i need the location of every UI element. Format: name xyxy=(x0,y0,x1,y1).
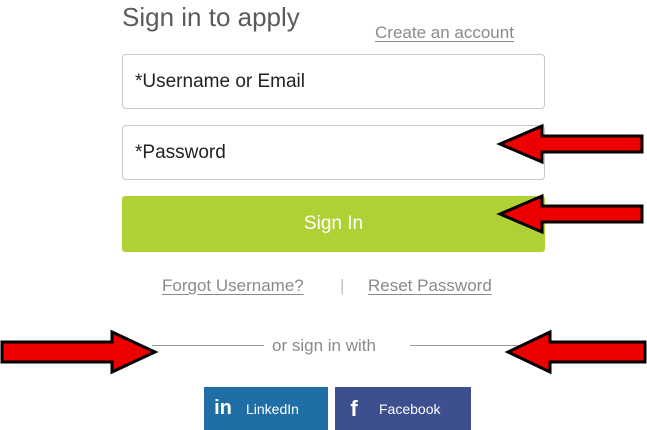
facebook-icon: f xyxy=(350,395,358,421)
linkedin-label: LinkedIn xyxy=(246,400,299,417)
reset-password-link[interactable]: Reset Password xyxy=(368,276,492,296)
username-field[interactable] xyxy=(122,54,545,109)
create-account-link[interactable]: Create an account xyxy=(375,23,514,43)
sign-in-button[interactable]: Sign In xyxy=(122,196,545,252)
linkedin-sign-in-button[interactable]: in LinkedIn xyxy=(204,387,328,430)
password-field[interactable] xyxy=(122,125,545,180)
link-separator: | xyxy=(340,276,345,295)
forgot-username-link[interactable]: Forgot Username? xyxy=(162,276,304,296)
facebook-sign-in-button[interactable]: f Facebook xyxy=(335,387,471,430)
divider-line-right xyxy=(410,345,520,346)
or-sign-in-with-label: or sign in with xyxy=(272,336,376,355)
arrow-icon xyxy=(496,123,644,165)
account-recovery-links: Forgot Username? | Reset Password xyxy=(0,276,647,298)
facebook-label: Facebook xyxy=(379,400,441,417)
arrow-icon xyxy=(496,193,644,235)
divider-line-left xyxy=(152,345,264,346)
linkedin-icon: in xyxy=(214,397,232,419)
arrow-icon xyxy=(0,329,159,375)
arrow-icon xyxy=(504,329,647,375)
page-title: Sign in to apply xyxy=(122,2,300,32)
